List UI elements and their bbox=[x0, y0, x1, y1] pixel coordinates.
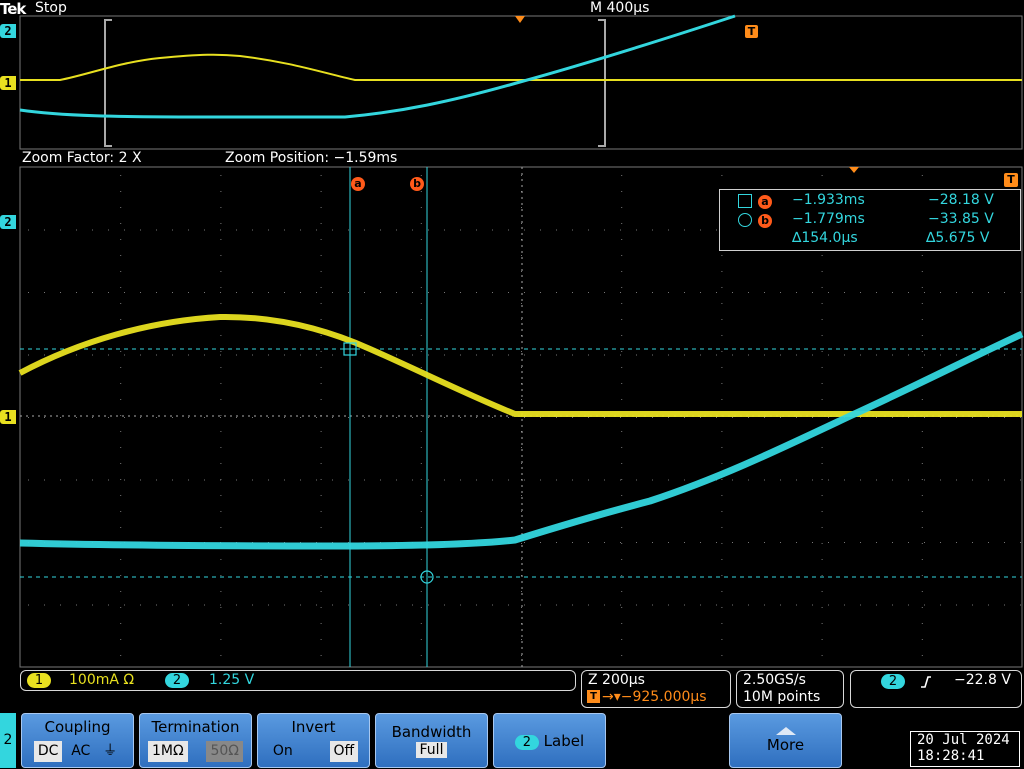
bandwidth-title: Bandwidth bbox=[391, 723, 472, 741]
label-channel-badge: 2 bbox=[514, 735, 539, 750]
menu-channel-tab[interactable]: 2 bbox=[0, 713, 16, 768]
coupling-ac[interactable]: AC bbox=[67, 741, 94, 762]
time: 18:28:41 bbox=[917, 748, 985, 764]
zoom-position: Zoom Position: −1.59ms bbox=[225, 150, 398, 166]
invert-title: Invert bbox=[291, 718, 336, 736]
circle-icon bbox=[738, 213, 752, 227]
trigger-source-badge: 2 bbox=[881, 674, 905, 689]
trigger-icon: T bbox=[587, 690, 600, 703]
cursor-delta-time: ∆154.0μs bbox=[792, 230, 858, 246]
date: 20 Jul 2024 bbox=[917, 732, 1010, 748]
zoom-trigger-letter: T bbox=[1007, 173, 1015, 186]
invert-button[interactable]: Invert On Off bbox=[257, 713, 370, 768]
sample-rate: 2.50GS/s bbox=[743, 672, 806, 688]
invert-off[interactable]: Off bbox=[329, 741, 359, 762]
label-button[interactable]: 2 Label bbox=[493, 713, 606, 768]
cursor-a-value: −28.18 V bbox=[928, 192, 994, 208]
ch1-overview-marker[interactable]: 1 bbox=[0, 76, 16, 90]
cursor-b-readout-letter: b bbox=[758, 212, 772, 228]
overview-trigger-marker: T bbox=[745, 25, 758, 38]
trigger-readout[interactable]: 2 −22.8 V bbox=[850, 670, 1022, 708]
ground-icon[interactable]: ⏚ bbox=[99, 741, 121, 762]
cursor-a-time: −1.933ms bbox=[792, 192, 865, 208]
ch2-scale-badge: 2 bbox=[165, 673, 189, 688]
overview-window bbox=[19, 14, 1023, 150]
termination-button[interactable]: Termination 1MΩ 50Ω bbox=[139, 713, 252, 768]
square-icon bbox=[738, 194, 752, 208]
trigger-icon-letter: T bbox=[590, 691, 597, 702]
ch2-marker-label: 2 bbox=[4, 24, 12, 38]
cursor-a-label[interactable]: a bbox=[351, 172, 365, 191]
ch2-zoom-marker[interactable]: 2 bbox=[0, 215, 16, 229]
coupling-button[interactable]: Coupling DC AC ⏚ bbox=[21, 713, 134, 768]
coupling-dc[interactable]: DC bbox=[33, 741, 63, 762]
zoom-trigger-label: T bbox=[1004, 173, 1018, 187]
termination-50ohm[interactable]: 50Ω bbox=[206, 741, 243, 762]
termination-1mohm[interactable]: 1MΩ bbox=[148, 741, 188, 762]
coupling-title: Coupling bbox=[44, 718, 111, 736]
zoom-scale: Z 200μs bbox=[588, 672, 645, 688]
channel-scale-bar[interactable]: 1 100mA Ω 2 1.25 V bbox=[20, 670, 576, 691]
bandwidth-value: Full bbox=[415, 742, 448, 758]
horizontal-position: →▾−925.000μs bbox=[602, 689, 707, 705]
cursor-b-time: −1.779ms bbox=[792, 211, 865, 227]
acquisition-readout[interactable]: 2.50GS/s 10M points bbox=[736, 670, 844, 708]
overview-trigger-label: T bbox=[747, 25, 756, 38]
bandwidth-button[interactable]: Bandwidth Full bbox=[375, 713, 488, 768]
zoom-factor: Zoom Factor: 2 X bbox=[22, 150, 142, 166]
cursor-a-readout-letter-text: a bbox=[758, 195, 772, 209]
ch2-overview-marker[interactable]: 2 bbox=[0, 24, 16, 38]
label-title: Label bbox=[543, 732, 585, 750]
cursor-a-readout-letter: a bbox=[758, 193, 772, 209]
more-title: More bbox=[766, 736, 805, 754]
ch2-zoom-marker-label: 2 bbox=[4, 215, 12, 229]
more-button[interactable]: More bbox=[729, 713, 842, 768]
trigger-level: −22.8 V bbox=[954, 672, 1011, 688]
cursor-b-letter: b bbox=[410, 177, 424, 191]
cursor-a-letter: a bbox=[351, 177, 365, 191]
up-arrow-icon bbox=[775, 727, 796, 735]
ch1-marker-label: 1 bbox=[4, 76, 12, 90]
ch1-scale[interactable]: 100mA Ω bbox=[69, 672, 134, 688]
cursor-b-label[interactable]: b bbox=[410, 172, 424, 191]
rising-edge-icon bbox=[921, 676, 931, 688]
cursor-b-readout-letter-text: b bbox=[758, 214, 772, 228]
ch1-zoom-marker[interactable]: 1 bbox=[0, 410, 16, 424]
date-time: 20 Jul 2024 18:28:41 bbox=[910, 731, 1020, 767]
ch1-scale-badge: 1 bbox=[27, 673, 51, 688]
cursor-delta-value: ∆5.675 V bbox=[926, 230, 990, 246]
termination-title: Termination bbox=[151, 718, 240, 736]
ch2-scale[interactable]: 1.25 V bbox=[209, 672, 254, 688]
cursor-readout: a −1.933ms −28.18 V b −1.779ms −33.85 V … bbox=[719, 189, 1021, 251]
cursor-b-value: −33.85 V bbox=[928, 211, 994, 227]
record-length: 10M points bbox=[743, 689, 821, 705]
horizontal-readout[interactable]: Z 200μs T →▾−925.000μs bbox=[581, 670, 731, 708]
ch1-zoom-marker-label: 1 bbox=[4, 410, 12, 424]
invert-on[interactable]: On bbox=[269, 741, 297, 762]
